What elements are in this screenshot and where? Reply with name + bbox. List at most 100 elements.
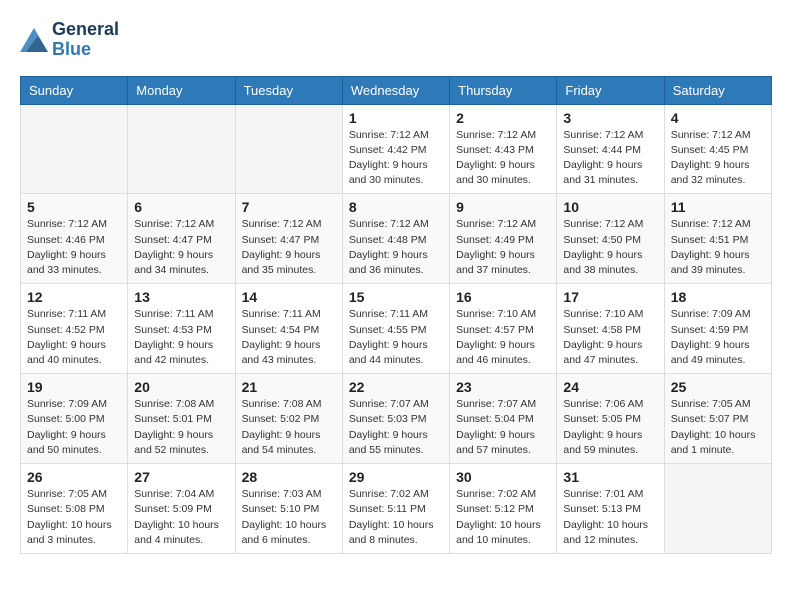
day-info: Sunrise: 7:12 AM Sunset: 4:42 PM Dayligh… [349,128,443,189]
calendar-week-2: 5 Sunrise: 7:12 AM Sunset: 4:46 PM Daylig… [21,194,772,284]
day-info: Sunrise: 7:08 AM Sunset: 5:01 PM Dayligh… [134,397,228,458]
day-number: 24 [563,379,657,395]
calendar-cell: 23 Sunrise: 7:07 AM Sunset: 5:04 PM Dayli… [450,374,557,464]
calendar-cell: 28 Sunrise: 7:03 AM Sunset: 5:10 PM Dayli… [235,464,342,554]
day-info: Sunrise: 7:12 AM Sunset: 4:47 PM Dayligh… [242,217,336,278]
day-info: Sunrise: 7:01 AM Sunset: 5:13 PM Dayligh… [563,487,657,548]
calendar-cell: 12 Sunrise: 7:11 AM Sunset: 4:52 PM Dayli… [21,284,128,374]
logo-icon [20,28,48,52]
day-number: 25 [671,379,765,395]
calendar-cell [664,464,771,554]
day-number: 29 [349,469,443,485]
calendar-cell: 17Sunrise: 7:10 AM Sunset: 4:58 PM Dayli… [557,284,664,374]
day-info: Sunrise: 7:08 AM Sunset: 5:02 PM Dayligh… [242,397,336,458]
day-info: Sunrise: 7:12 AM Sunset: 4:48 PM Dayligh… [349,217,443,278]
calendar-cell: 29 Sunrise: 7:02 AM Sunset: 5:11 PM Dayli… [342,464,449,554]
day-number: 30 [456,469,550,485]
day-info: Sunrise: 7:05 AM Sunset: 5:08 PM Dayligh… [27,487,121,548]
calendar-cell [235,104,342,194]
day-info: Sunrise: 7:07 AM Sunset: 5:03 PM Dayligh… [349,397,443,458]
day-number: 12 [27,289,121,305]
day-info: Sunrise: 7:02 AM Sunset: 5:11 PM Dayligh… [349,487,443,548]
calendar-cell: 27 Sunrise: 7:04 AM Sunset: 5:09 PM Dayli… [128,464,235,554]
calendar-week-4: 19 Sunrise: 7:09 AM Sunset: 5:00 PM Dayli… [21,374,772,464]
day-number: 26 [27,469,121,485]
calendar-cell: 2 Sunrise: 7:12 AM Sunset: 4:43 PM Daylig… [450,104,557,194]
day-header-tuesday: Tuesday [235,76,342,104]
day-number: 2 [456,110,550,126]
day-number: 9 [456,199,550,215]
calendar-cell: 24 Sunrise: 7:06 AM Sunset: 5:05 PM Dayli… [557,374,664,464]
calendar-cell: 14 Sunrise: 7:11 AM Sunset: 4:54 PM Dayli… [235,284,342,374]
day-info: Sunrise: 7:11 AM Sunset: 4:52 PM Dayligh… [27,307,121,368]
day-number: 16 [456,289,550,305]
calendar-cell [21,104,128,194]
day-number: 1 [349,110,443,126]
day-number: 15 [349,289,443,305]
calendar-cell: 6 Sunrise: 7:12 AM Sunset: 4:47 PM Daylig… [128,194,235,284]
calendar-cell: 30 Sunrise: 7:02 AM Sunset: 5:12 PM Dayli… [450,464,557,554]
calendar-week-1: 1 Sunrise: 7:12 AM Sunset: 4:42 PM Daylig… [21,104,772,194]
day-info: Sunrise: 7:12 AM Sunset: 4:46 PM Dayligh… [27,217,121,278]
day-info: Sunrise: 7:12 AM Sunset: 4:49 PM Dayligh… [456,217,550,278]
day-number: 31 [563,469,657,485]
day-number: 27 [134,469,228,485]
calendar-cell: 20Sunrise: 7:08 AM Sunset: 5:01 PM Dayli… [128,374,235,464]
day-info: Sunrise: 7:03 AM Sunset: 5:10 PM Dayligh… [242,487,336,548]
day-info: Sunrise: 7:12 AM Sunset: 4:44 PM Dayligh… [563,128,657,189]
day-number: 22 [349,379,443,395]
calendar-body: 1 Sunrise: 7:12 AM Sunset: 4:42 PM Daylig… [21,104,772,553]
calendar-cell: 5 Sunrise: 7:12 AM Sunset: 4:46 PM Daylig… [21,194,128,284]
day-info: Sunrise: 7:02 AM Sunset: 5:12 PM Dayligh… [456,487,550,548]
day-number: 28 [242,469,336,485]
day-info: Sunrise: 7:12 AM Sunset: 4:50 PM Dayligh… [563,217,657,278]
day-info: Sunrise: 7:11 AM Sunset: 4:54 PM Dayligh… [242,307,336,368]
day-number: 18 [671,289,765,305]
day-info: Sunrise: 7:11 AM Sunset: 4:53 PM Dayligh… [134,307,228,368]
calendar-cell: 21Sunrise: 7:08 AM Sunset: 5:02 PM Dayli… [235,374,342,464]
day-header-sunday: Sunday [21,76,128,104]
day-info: Sunrise: 7:09 AM Sunset: 5:00 PM Dayligh… [27,397,121,458]
day-header-thursday: Thursday [450,76,557,104]
day-info: Sunrise: 7:07 AM Sunset: 5:04 PM Dayligh… [456,397,550,458]
logo-text: General Blue [52,20,119,60]
calendar-cell: 3 Sunrise: 7:12 AM Sunset: 4:44 PM Daylig… [557,104,664,194]
day-number: 6 [134,199,228,215]
day-number: 10 [563,199,657,215]
day-number: 8 [349,199,443,215]
calendar-cell: 13Sunrise: 7:11 AM Sunset: 4:53 PM Dayli… [128,284,235,374]
calendar-table: SundayMondayTuesdayWednesdayThursdayFrid… [20,76,772,554]
day-number: 23 [456,379,550,395]
day-header-wednesday: Wednesday [342,76,449,104]
calendar-cell: 26 Sunrise: 7:05 AM Sunset: 5:08 PM Dayli… [21,464,128,554]
calendar-header: SundayMondayTuesdayWednesdayThursdayFrid… [21,76,772,104]
calendar-cell: 22 Sunrise: 7:07 AM Sunset: 5:03 PM Dayli… [342,374,449,464]
calendar-cell: 10 Sunrise: 7:12 AM Sunset: 4:50 PM Dayli… [557,194,664,284]
day-info: Sunrise: 7:12 AM Sunset: 4:43 PM Dayligh… [456,128,550,189]
day-header-monday: Monday [128,76,235,104]
day-info: Sunrise: 7:04 AM Sunset: 5:09 PM Dayligh… [134,487,228,548]
calendar-cell: 15 Sunrise: 7:11 AM Sunset: 4:55 PM Dayli… [342,284,449,374]
calendar-cell [128,104,235,194]
day-info: Sunrise: 7:12 AM Sunset: 4:45 PM Dayligh… [671,128,765,189]
day-header-saturday: Saturday [664,76,771,104]
day-number: 14 [242,289,336,305]
calendar-cell: 31 Sunrise: 7:01 AM Sunset: 5:13 PM Dayli… [557,464,664,554]
day-info: Sunrise: 7:06 AM Sunset: 5:05 PM Dayligh… [563,397,657,458]
day-number: 3 [563,110,657,126]
calendar-cell: 18Sunrise: 7:09 AM Sunset: 4:59 PM Dayli… [664,284,771,374]
logo: General Blue [20,20,119,60]
calendar-week-5: 26 Sunrise: 7:05 AM Sunset: 5:08 PM Dayli… [21,464,772,554]
day-number: 19 [27,379,121,395]
day-info: Sunrise: 7:05 AM Sunset: 5:07 PM Dayligh… [671,397,765,458]
day-info: Sunrise: 7:12 AM Sunset: 4:47 PM Dayligh… [134,217,228,278]
calendar-cell: 1 Sunrise: 7:12 AM Sunset: 4:42 PM Daylig… [342,104,449,194]
day-number: 11 [671,199,765,215]
day-number: 7 [242,199,336,215]
day-info: Sunrise: 7:11 AM Sunset: 4:55 PM Dayligh… [349,307,443,368]
calendar-cell: 16Sunrise: 7:10 AM Sunset: 4:57 PM Dayli… [450,284,557,374]
day-header-friday: Friday [557,76,664,104]
header-row: SundayMondayTuesdayWednesdayThursdayFrid… [21,76,772,104]
day-number: 5 [27,199,121,215]
page-header: General Blue [20,20,772,60]
